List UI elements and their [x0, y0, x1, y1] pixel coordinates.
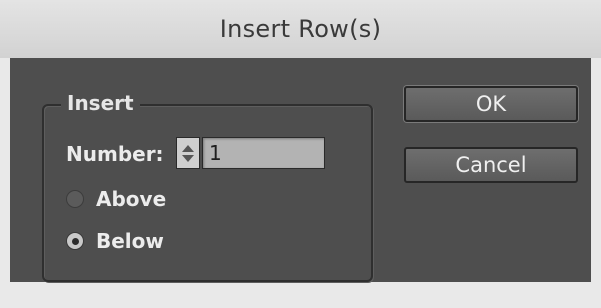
- radio-above-label[interactable]: Above: [96, 187, 166, 211]
- radio-dot-icon: [71, 237, 79, 245]
- radio-above-option[interactable]: Above: [66, 184, 166, 214]
- radio-below-option[interactable]: Below: [66, 226, 164, 256]
- stepper-up-arrow-icon[interactable]: [182, 144, 194, 152]
- radio-below-label[interactable]: Below: [96, 229, 164, 253]
- number-input[interactable]: [202, 137, 325, 169]
- radio-selected-icon[interactable]: [66, 232, 84, 250]
- stepper-down-arrow-icon[interactable]: [182, 154, 194, 162]
- dialog-titlebar[interactable]: Insert Row(s): [0, 0, 601, 58]
- insert-rows-dialog: Insert Row(s) Insert Number: Above Below…: [0, 0, 601, 308]
- dialog-body: Insert Number: Above Below OK Cancel: [10, 58, 591, 282]
- number-label: Number:: [66, 142, 164, 166]
- insert-group-legend: Insert: [61, 90, 140, 116]
- dialog-title: Insert Row(s): [219, 15, 382, 43]
- radio-unselected-icon[interactable]: [66, 190, 84, 208]
- up-down-stepper-icon[interactable]: [176, 137, 200, 169]
- ok-button[interactable]: OK: [404, 86, 578, 122]
- cancel-button[interactable]: Cancel: [404, 147, 578, 183]
